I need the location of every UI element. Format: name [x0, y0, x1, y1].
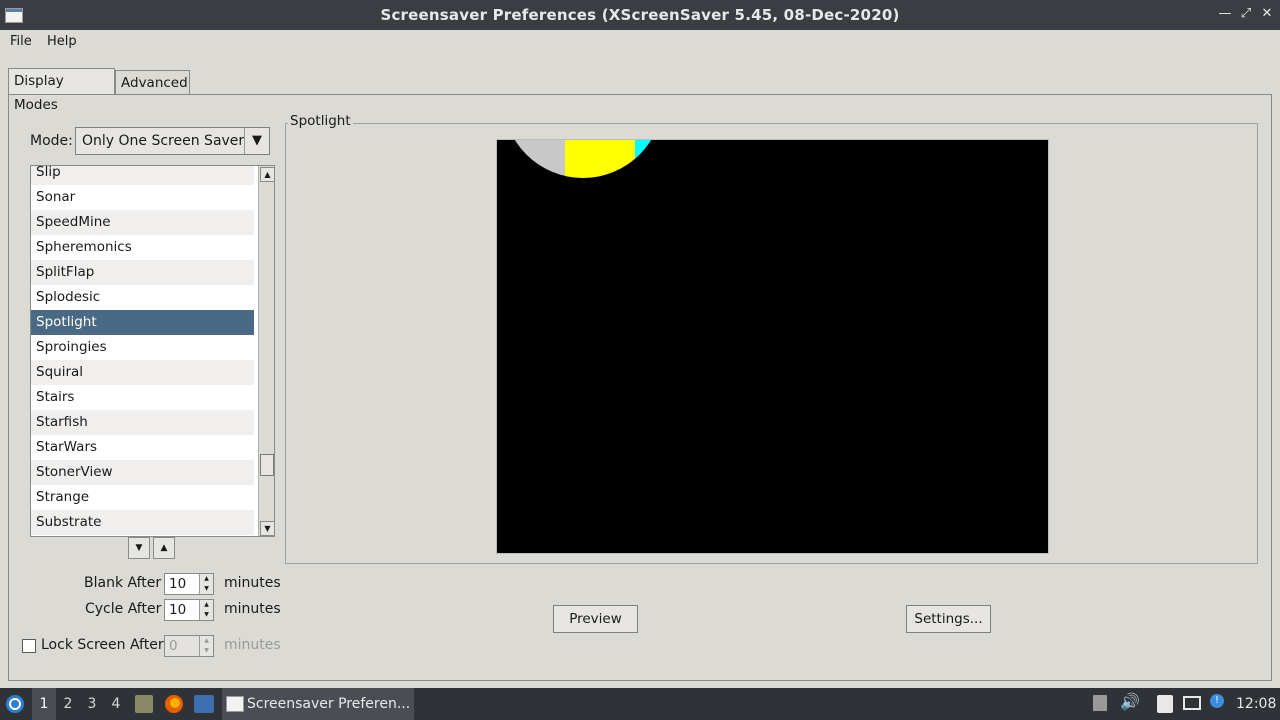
workspace-4[interactable]: 4 [104, 688, 128, 720]
cycle-after-spinner[interactable]: 10 ▲ ▼ [164, 599, 214, 621]
scroll-down-icon[interactable]: ▼ [260, 521, 274, 536]
workspace-3[interactable]: 3 [80, 688, 104, 720]
lock-screen-checkbox[interactable] [22, 639, 36, 653]
cycle-units: minutes [224, 601, 281, 617]
clock: 12:08 [1236, 696, 1277, 712]
tray-arrow-icon[interactable] [1093, 695, 1107, 711]
network-icon[interactable] [1183, 696, 1201, 710]
list-rows: Slip Sonar SpeedMine Spheremonics SplitFlap S… [31, 166, 254, 535]
taskbar: 1 2 3 4 Screensaver Preferen... 🔊 ! 12:0… [0, 688, 1280, 720]
tab-advanced[interactable]: Advanced [115, 70, 190, 94]
mode-value: Only One Screen Saver [82, 133, 245, 149]
list-item[interactable]: Stairs [31, 385, 254, 410]
app-window-icon [226, 696, 244, 712]
blank-units: minutes [224, 575, 281, 591]
list-item[interactable]: Sonar [31, 185, 254, 210]
mode-dropdown[interactable]: Only One Screen Saver ▼ [75, 127, 270, 155]
window-title: Screensaver Preferences (XScreenSaver 5.… [380, 6, 900, 24]
spinner-arrows-icon[interactable]: ▲ ▼ [199, 574, 213, 594]
list-item[interactable]: StonerView [31, 460, 254, 485]
volume-icon[interactable]: 🔊 [1120, 692, 1140, 711]
list-item[interactable]: Spheremonics [31, 235, 254, 260]
list-item[interactable]: Starfish [31, 410, 254, 435]
spinner-arrows-icon[interactable]: ▲ ▼ [199, 636, 213, 656]
workspace-2[interactable]: 2 [56, 688, 80, 720]
maximize-icon[interactable]: ⤢ [1238, 6, 1254, 22]
arrow-down-icon: ▼ [135, 543, 143, 553]
mode-label: Mode: [30, 133, 73, 149]
cycle-after-value: 10 [169, 602, 187, 618]
close-icon[interactable]: ✕ [1259, 6, 1275, 22]
list-item[interactable]: Substrate [31, 510, 254, 535]
start-menu-icon[interactable] [5, 694, 25, 714]
screensaver-list[interactable]: Slip Sonar SpeedMine Spheremonics SplitFlap S… [30, 165, 275, 537]
desktop-icon[interactable] [194, 695, 214, 713]
list-item[interactable]: StarWars [31, 435, 254, 460]
menu-bar [0, 30, 1280, 54]
title-bar: Screensaver Preferences (XScreenSaver 5.… [0, 0, 1280, 30]
blank-after-spinner[interactable]: 10 ▲ ▼ [164, 573, 214, 595]
dropdown-arrow-icon[interactable]: ▼ [244, 128, 269, 154]
list-item[interactable]: Splodesic [31, 285, 254, 310]
spotlight-preview-graphic [503, 140, 663, 178]
lock-after-value: 0 [169, 638, 178, 654]
arrow-up-icon: ▲ [160, 543, 168, 553]
scroll-up-icon[interactable]: ▲ [260, 167, 274, 182]
cycle-after-label: Cycle After [85, 601, 162, 617]
taskbar-window-title: Screensaver Preferen... [247, 696, 411, 712]
clipboard-icon[interactable] [1157, 695, 1173, 713]
list-item[interactable]: SpeedMine [31, 210, 254, 235]
lock-after-spinner[interactable]: 0 ▲ ▼ [164, 635, 214, 657]
preview-area [496, 139, 1049, 554]
list-item[interactable]: Squiral [31, 360, 254, 385]
list-item[interactable]: Strange [31, 485, 254, 510]
list-item[interactable]: Sproingies [31, 335, 254, 360]
spinner-arrows-icon[interactable]: ▲ ▼ [199, 600, 213, 620]
list-item[interactable]: Slip [31, 166, 254, 185]
blank-after-label: Blank After [84, 575, 162, 591]
lock-units: minutes [224, 637, 281, 653]
lock-screen-label: Lock Screen After [41, 637, 164, 653]
tab-display-modes[interactable]: Display Modes [8, 68, 115, 113]
list-item[interactable]: Spotlight [31, 310, 254, 335]
notification-icon[interactable]: ! [1210, 694, 1224, 708]
scrollbar-thumb[interactable] [260, 454, 274, 476]
next-saver-button[interactable]: ▼ [128, 537, 150, 559]
firefox-icon[interactable] [164, 694, 184, 714]
settings-button[interactable]: Settings... [906, 605, 991, 633]
preview-legend: Spotlight [288, 113, 353, 129]
list-item[interactable]: SplitFlap [31, 260, 254, 285]
workspace-1[interactable]: 1 [32, 688, 56, 720]
minimize-icon[interactable]: — [1217, 6, 1233, 22]
file-manager-icon[interactable] [135, 695, 153, 713]
taskbar-window-item[interactable]: Screensaver Preferen... [222, 688, 414, 720]
preview-button[interactable]: Preview [553, 605, 638, 633]
blank-after-value: 10 [169, 576, 187, 592]
menu-file[interactable]: File [10, 34, 32, 49]
list-scrollbar[interactable]: ▲ ▼ [258, 166, 274, 536]
menu-help[interactable]: Help [47, 34, 77, 49]
prev-saver-button[interactable]: ▲ [153, 537, 175, 559]
